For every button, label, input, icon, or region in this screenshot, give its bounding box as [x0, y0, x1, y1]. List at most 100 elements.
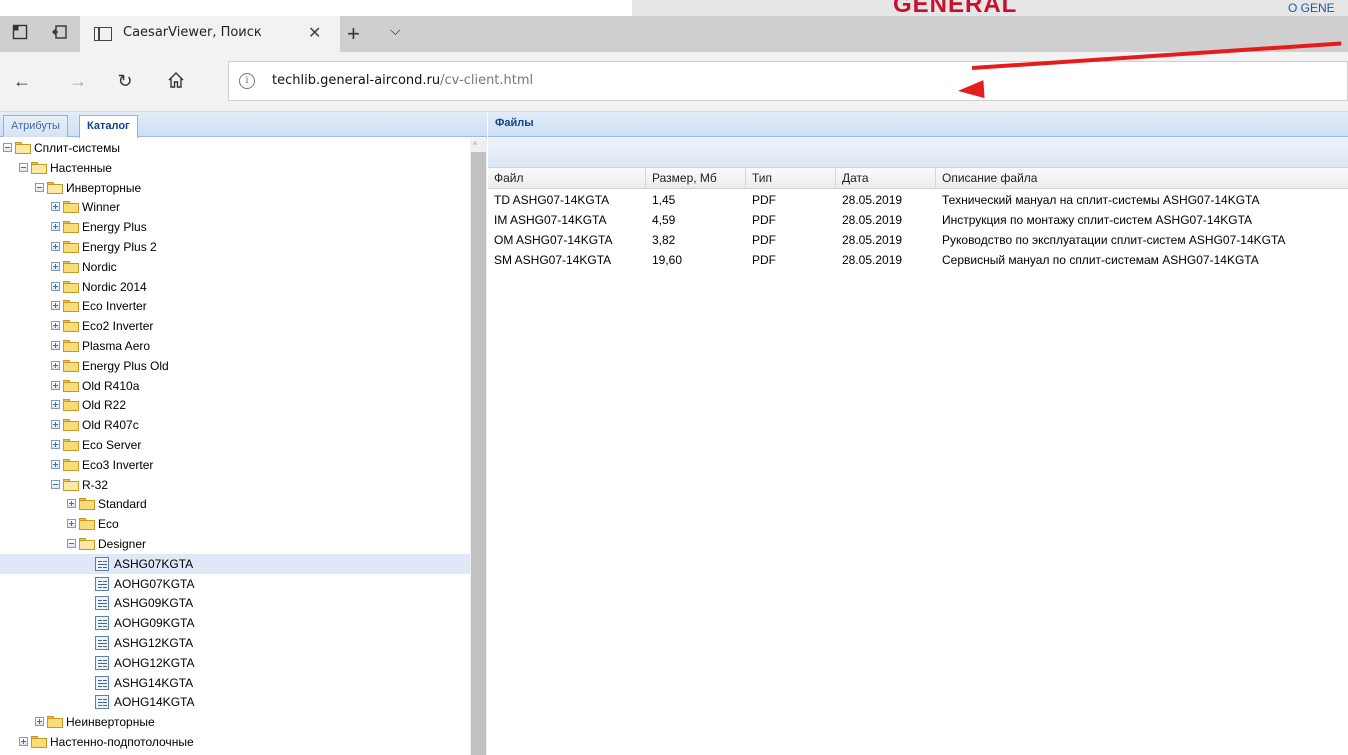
tree-item-folder[interactable]: Designer: [0, 534, 470, 554]
tree-item-folder[interactable]: Plasma Aero: [0, 336, 470, 356]
folder-icon: [63, 340, 79, 352]
tree-item-folder[interactable]: Eco2 Inverter: [0, 316, 470, 336]
chevron-down-icon[interactable]: ⌵: [390, 22, 401, 39]
home-icon[interactable]: [164, 71, 188, 94]
file-name-cell: TD ASHG07-14KGTA: [494, 193, 610, 207]
tree-item-label: Energy Plus 2: [82, 240, 157, 254]
collapse-icon[interactable]: [19, 162, 28, 172]
expand-icon[interactable]: [51, 321, 60, 331]
tree-item-folder[interactable]: Eco: [0, 514, 470, 534]
expand-icon[interactable]: [51, 420, 60, 430]
tree-scrollbar[interactable]: ^: [470, 138, 487, 755]
tab-caesarviewer[interactable]: CaesarViewer, Поиск ✕: [80, 16, 340, 52]
refresh-icon[interactable]: ↻: [113, 71, 137, 92]
expand-icon[interactable]: [51, 242, 60, 251]
file-size-cell: 1,45: [652, 193, 676, 207]
collapse-icon[interactable]: [67, 539, 76, 548]
tree-item-label: Old R410a: [82, 378, 140, 393]
tree-item-label: ASHG14KGTA: [114, 675, 194, 690]
expand-icon[interactable]: [51, 440, 60, 449]
tree-item-folder[interactable]: Инверторные: [0, 178, 470, 198]
expand-icon[interactable]: [19, 737, 28, 746]
expand-icon[interactable]: [67, 499, 76, 509]
expand-icon[interactable]: [67, 519, 76, 529]
file-row[interactable]: TD ASHG07-14KGTA 1,45 PDF 28.05.2019 Техниче…: [488, 190, 1348, 210]
tree-item-folder[interactable]: Настенно-подпотолочные: [0, 732, 470, 752]
tab-preview-icon[interactable]: [50, 24, 70, 44]
tree-item-label: ASHG07KGTA: [114, 556, 194, 571]
tree-item-folder[interactable]: Сплит-системы: [0, 138, 470, 158]
new-tab-icon[interactable]: +: [347, 21, 360, 47]
tree-item-folder[interactable]: Eco3 Inverter: [0, 455, 470, 475]
tree-item-model[interactable]: AOHG12KGTA: [0, 653, 470, 673]
expand-icon[interactable]: [51, 301, 60, 311]
expand-icon[interactable]: [51, 380, 60, 390]
tree-item-folder[interactable]: Eco Inverter: [0, 296, 470, 316]
tree-item-folder[interactable]: Настенные: [0, 158, 470, 178]
set-tabs-aside-icon[interactable]: [10, 24, 30, 44]
folder-open-icon: [15, 142, 31, 154]
tab-attributes[interactable]: Атрибуты: [3, 115, 68, 137]
expand-icon[interactable]: [51, 400, 60, 410]
tree-item-folder[interactable]: R-32: [0, 475, 470, 495]
folder-icon: [79, 498, 95, 511]
tree-item-label: Nordic: [82, 259, 117, 274]
tree-item-folder[interactable]: Old R22: [0, 395, 470, 415]
expand-icon[interactable]: [51, 281, 60, 291]
tree-item-model[interactable]: AOHG14KGTA: [0, 692, 470, 712]
expand-icon[interactable]: [51, 341, 60, 350]
column-header-type[interactable]: Тип: [746, 168, 836, 189]
tree-item-model[interactable]: AOHG07KGTA: [0, 574, 470, 594]
tree-item-folder[interactable]: Energy Plus Old: [0, 356, 470, 376]
tree-item-label: Nordic 2014: [82, 279, 147, 294]
tree-item-folder[interactable]: Nordic: [0, 257, 470, 277]
browser-nav-bar: ← → ↻ i techlib.general-aircond.ru/cv-cl…: [0, 52, 1348, 112]
column-header-description[interactable]: Описание файла: [936, 168, 1348, 189]
file-row[interactable]: IM ASHG07-14KGTA 4,59 PDF 28.05.2019 Инструк…: [488, 210, 1348, 230]
document-icon: [95, 596, 109, 611]
expand-icon[interactable]: [51, 459, 60, 469]
tree-item-folder[interactable]: Energy Plus: [0, 217, 470, 237]
expand-icon[interactable]: [35, 717, 44, 727]
tree-item-folder[interactable]: Winner: [0, 197, 470, 217]
page-icon: [94, 27, 112, 41]
tree-item-label: Eco2 Inverter: [82, 319, 154, 334]
scrollbar-thumb[interactable]: [471, 152, 486, 755]
tree-item-folder[interactable]: Energy Plus 2: [0, 237, 470, 257]
file-row[interactable]: SM ASHG07-14KGTA 19,60 PDF 28.05.2019 Сервис…: [488, 250, 1348, 270]
tab-catalog[interactable]: Каталог: [79, 115, 138, 138]
folder-icon: [63, 439, 79, 451]
expand-icon[interactable]: [51, 360, 60, 370]
scroll-up-icon[interactable]: ^: [473, 140, 477, 150]
site-info-icon[interactable]: i: [239, 73, 255, 89]
tree-item-label: Energy Plus: [82, 220, 147, 235]
close-tab-icon[interactable]: ✕: [308, 23, 321, 43]
expand-icon[interactable]: [51, 202, 60, 212]
tree-item-folder[interactable]: Standard: [0, 494, 470, 514]
file-description-cell: Инструкция по монтажу сплит-систем ASHG0…: [942, 213, 1253, 227]
tree-item-folder[interactable]: Неинверторные: [0, 712, 470, 732]
caesarviewer-app: Атрибуты Каталог Сплит-системы Настенные И…: [0, 112, 1348, 755]
column-header-file[interactable]: Файл: [488, 168, 646, 189]
expand-icon[interactable]: [51, 261, 60, 271]
about-link[interactable]: О GENE: [1288, 1, 1335, 15]
tree-item-folder[interactable]: Nordic 2014: [0, 277, 470, 297]
tree-item-model[interactable]: ASHG12KGTA: [0, 633, 470, 653]
expand-icon[interactable]: [51, 222, 60, 232]
collapse-icon[interactable]: [3, 143, 12, 152]
tree-item-folder[interactable]: Eco Server: [0, 435, 470, 455]
file-row[interactable]: OM ASHG07-14KGTA 3,82 PDF 28.05.2019 Руковод…: [488, 230, 1348, 250]
tree-item-folder[interactable]: Old R410a: [0, 376, 470, 396]
collapse-icon[interactable]: [51, 479, 60, 489]
back-arrow-icon[interactable]: ←: [10, 71, 34, 92]
column-header-date[interactable]: Дата: [836, 168, 936, 189]
tree-item-model[interactable]: ASHG14KGTA: [0, 673, 470, 693]
address-bar[interactable]: i techlib.general-aircond.ru/cv-client.h…: [228, 61, 1348, 101]
tree-item-model[interactable]: ASHG09KGTA: [0, 593, 470, 613]
tree-item-model[interactable]: ASHG07KGTA: [0, 553, 470, 574]
tree-item-model[interactable]: AOHG09KGTA: [0, 613, 470, 633]
collapse-icon[interactable]: [35, 182, 44, 192]
forward-arrow-icon[interactable]: →: [66, 71, 90, 92]
tree-item-folder[interactable]: Old R407c: [0, 415, 470, 435]
column-header-size[interactable]: Размер, Мб: [646, 168, 746, 189]
